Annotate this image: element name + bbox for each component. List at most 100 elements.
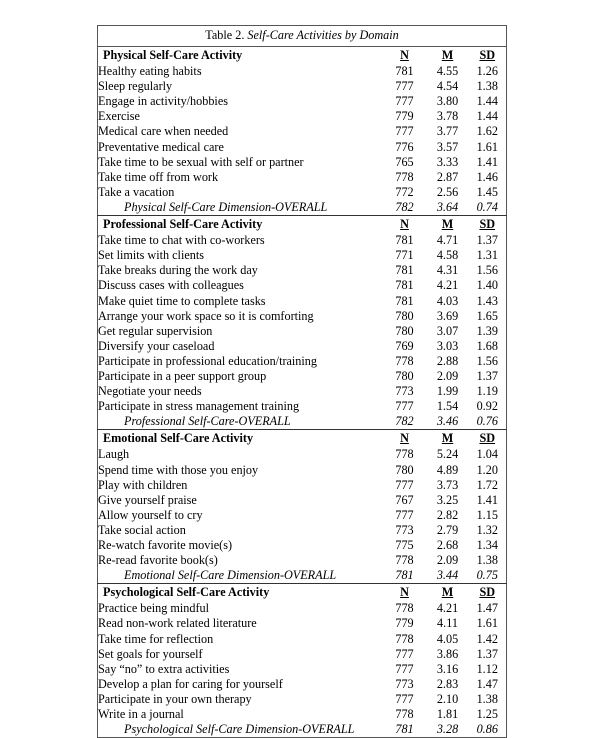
value-sd: 1.39 [476,323,498,338]
value-sd: 1.44 [476,94,498,109]
value-sd: 1.38 [476,691,498,706]
table-row: Participate in your own therapy 777 2.10 1.… [98,692,507,707]
overall-label: Emotional Self-Care Dimension-OVERALL [124,568,337,583]
value-n: 775 [395,538,414,552]
value-n: 772 [395,184,414,199]
section-header-row: Psychological Self-Care Activity N M SD [97,583,507,602]
activity-label: Take breaks during the work day [98,263,258,278]
table-row: Make quiet time to complete tasks 781 4.03… [98,294,507,309]
value-m: 3.03 [436,338,459,353]
activity-label: Sleep regularly [98,79,173,94]
value-sd: 1.12 [476,661,498,676]
table-row: Set goals for yourself 777 3.86 1.37 [98,647,507,662]
activity-label: Get regular supervision [98,323,213,338]
self-care-activities-table: Table 2. Self-Care Activities by Domain P… [97,25,507,738]
overall-row: Emotional Self-Care Dimension-OVERALL 781… [98,568,507,584]
value-m: 4.89 [436,462,459,477]
value-sd: 1.62 [476,124,498,139]
activity-label: Diversify your caseload [98,338,215,353]
value-sd: 1.34 [476,538,498,552]
value-m: 3.78 [436,109,459,124]
table-row: Take breaks during the work day 781 4.31 1.… [98,263,507,278]
value-m: 3.16 [436,661,459,676]
activity-label: Preventative medical care [98,139,224,154]
value-sd: 1.41 [476,492,498,507]
table-row: Get regular supervision 780 3.07 1.39 [98,324,507,339]
table-container: Table 2. Self-Care Activities by Domain P… [97,25,507,738]
table-row: Set limits with clients 771 4.58 1.31 [98,248,507,263]
value-sd: 1.19 [476,384,498,399]
section-header-row: Professional Self-Care Activity N M SD [97,215,507,234]
column-header-label-m: M [441,431,454,446]
value-sd: 1.72 [476,477,498,492]
value-n: 777 [395,94,414,109]
value-sd: 1.47 [476,601,498,616]
table-row: Participate in stress management trainin… [98,399,507,414]
value-n: 773 [395,676,414,691]
value-sd: 0.92 [476,399,498,414]
column-header-label-n: N [400,48,409,62]
value-n: 777 [395,79,414,94]
activity-label: Make quiet time to complete tasks [98,293,266,308]
value-n: 777 [395,477,414,492]
activity-label: Allow yourself to cry [98,507,203,522]
overall-value-m: 3.44 [436,568,459,583]
value-m: 3.86 [436,646,459,661]
table-row: Develop a plan for caring for yourself 77… [98,677,507,692]
table-row: Preventative medical care 776 3.57 1.61 [98,140,507,155]
value-m: 3.07 [436,323,459,338]
table-row: Re-watch favorite movie(s) 775 2.68 1.34 [98,538,507,553]
overall-row: Physical Self-Care Dimension-OVERALL 782 3… [98,200,507,216]
value-m: 1.99 [436,384,459,399]
value-sd: 1.65 [476,308,498,323]
value-n: 777 [395,507,414,522]
value-sd: 1.41 [476,154,498,169]
overall-value-n: 782 [395,414,414,429]
value-sd: 1.43 [476,293,498,308]
value-n: 781 [395,64,414,79]
value-m: 2.10 [436,691,459,706]
value-n: 780 [395,323,414,338]
activity-label: Engage in activity/hobbies [98,94,228,109]
table-row: Take a vacation 772 2.56 1.45 [98,185,507,200]
table-row: Medical care when needed 777 3.77 1.62 [98,124,507,139]
value-n: 779 [395,109,414,124]
activity-label: Participate in your own therapy [98,691,252,706]
activity-label: Discuss cases with colleagues [98,278,244,293]
overall-row: Professional Self-Care-OVERALL 782 3.46 0.7… [98,414,507,430]
table-row: Write in a journal 778 1.81 1.25 [98,707,507,722]
value-sd: 1.61 [476,139,498,154]
activity-label: Participate in stress management trainin… [98,399,300,414]
value-m: 3.57 [436,139,459,154]
activity-label: Read non-work related literature [98,616,257,631]
activity-label: Take a vacation [98,184,175,199]
activity-label: Take time off from work [98,169,219,184]
value-sd: 1.31 [476,248,498,263]
value-n: 778 [395,707,414,722]
value-n: 781 [395,263,414,278]
value-sd: 1.26 [476,64,498,79]
value-sd: 1.32 [476,522,498,537]
table-caption: Table 2. Self-Care Activities by Domain [97,25,507,47]
value-m: 4.55 [436,64,459,79]
activity-label: Participate in professional education/tr… [98,353,317,368]
value-sd: 1.68 [476,338,498,353]
value-n: 767 [395,492,414,507]
value-n: 777 [395,399,414,414]
column-header-label-m: M [441,585,454,600]
section-title: Professional Self-Care Activity [97,215,383,234]
value-sd: 1.25 [476,707,498,722]
value-m: 4.03 [436,293,459,308]
activity-label: Laugh [98,447,130,462]
value-m: 5.24 [436,447,459,462]
value-m: 1.81 [436,707,459,722]
column-header-m: M [426,583,469,602]
overall-value-n: 782 [395,199,414,214]
activity-label: Set limits with clients [98,248,204,263]
column-header-label-m: M [441,217,454,232]
value-m: 4.54 [436,79,459,94]
section-title: Psychological Self-Care Activity [97,583,383,602]
value-m: 4.11 [437,616,458,631]
value-n: 777 [395,661,414,676]
value-m: 2.88 [436,353,459,368]
